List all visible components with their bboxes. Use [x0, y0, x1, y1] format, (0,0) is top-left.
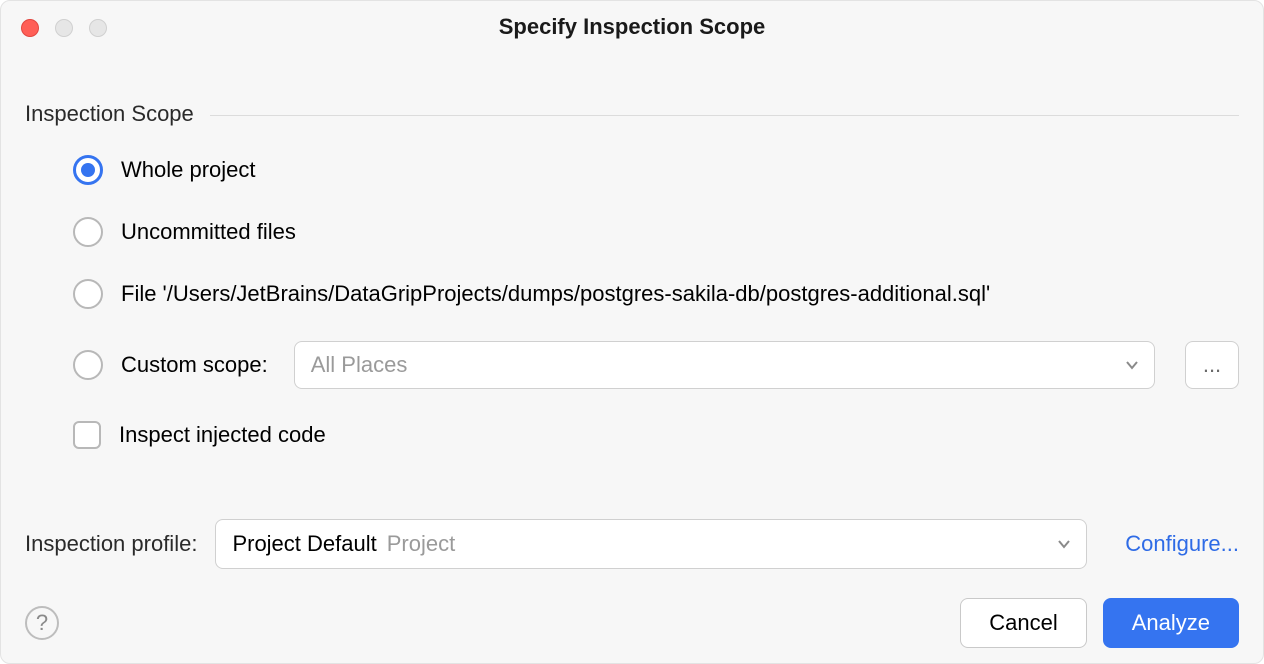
scope-options: Whole project Uncommitted files File '/U… — [25, 127, 1239, 449]
option-inspect-injected[interactable]: Inspect injected code — [73, 421, 1239, 449]
inspection-profile-value: Project Default — [232, 531, 376, 557]
dialog-footer: ? Cancel Analyze — [1, 583, 1263, 663]
minimize-window-button[interactable] — [55, 19, 73, 37]
chevron-down-icon — [1124, 357, 1140, 373]
close-window-button[interactable] — [21, 19, 39, 37]
help-icon: ? — [36, 610, 48, 636]
option-uncommitted-files[interactable]: Uncommitted files — [73, 217, 1239, 247]
configure-link[interactable]: Configure... — [1125, 531, 1239, 557]
radio-custom-scope[interactable] — [73, 350, 103, 380]
option-whole-project[interactable]: Whole project — [73, 155, 1239, 185]
maximize-window-button[interactable] — [89, 19, 107, 37]
radio-whole-project[interactable] — [73, 155, 103, 185]
inspection-profile-dropdown[interactable]: Project Default Project — [215, 519, 1087, 569]
radio-uncommitted-files[interactable] — [73, 217, 103, 247]
ellipsis-icon: ... — [1203, 352, 1221, 378]
dialog-content: Inspection Scope Whole project Uncommitt… — [1, 53, 1263, 569]
cancel-button-label: Cancel — [989, 610, 1057, 636]
dialog-window: Specify Inspection Scope Inspection Scop… — [0, 0, 1264, 664]
dialog-title: Specify Inspection Scope — [499, 14, 766, 40]
option-custom-scope[interactable]: Custom scope: All Places ... — [73, 341, 1239, 389]
inspection-profile-source: Project — [387, 531, 455, 557]
inspection-profile-row: Inspection profile: Project Default Proj… — [25, 519, 1239, 569]
help-button[interactable]: ? — [25, 606, 59, 640]
checkbox-inspect-injected[interactable] — [73, 421, 101, 449]
chevron-down-icon — [1056, 536, 1072, 552]
inspection-profile-label: Inspection profile: — [25, 531, 197, 557]
cancel-button[interactable]: Cancel — [960, 598, 1086, 648]
title-bar: Specify Inspection Scope — [1, 1, 1263, 53]
custom-scope-dropdown[interactable]: All Places — [294, 341, 1155, 389]
inspection-scope-group-label: Inspection Scope — [25, 101, 210, 127]
label-custom-scope: Custom scope: — [121, 352, 268, 378]
analyze-button[interactable]: Analyze — [1103, 598, 1239, 648]
option-file[interactable]: File '/Users/JetBrains/DataGripProjects/… — [73, 279, 1239, 309]
custom-scope-value: All Places — [311, 352, 408, 378]
window-controls — [21, 19, 107, 37]
analyze-button-label: Analyze — [1132, 610, 1210, 636]
radio-file[interactable] — [73, 279, 103, 309]
label-whole-project: Whole project — [121, 157, 256, 183]
label-file: File '/Users/JetBrains/DataGripProjects/… — [121, 281, 990, 307]
custom-scope-browse-button[interactable]: ... — [1185, 341, 1239, 389]
label-inspect-injected: Inspect injected code — [119, 422, 326, 448]
label-uncommitted-files: Uncommitted files — [121, 219, 296, 245]
inspection-scope-group: Inspection Scope Whole project Uncommitt… — [25, 101, 1239, 449]
